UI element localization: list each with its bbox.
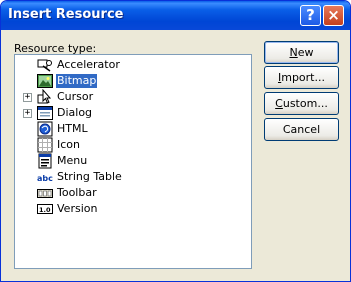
list-item-toolbar[interactable]: Toolbar <box>15 185 251 201</box>
menu-icon <box>38 153 52 169</box>
version-icon-text: 1.0 <box>39 206 51 214</box>
version-icon: 1.0 <box>37 204 53 214</box>
html-icon <box>37 121 53 137</box>
close-button[interactable]: × <box>323 5 344 26</box>
list-item-label: Dialog <box>57 106 93 119</box>
list-item-label: HTML <box>57 122 88 135</box>
title-bar[interactable]: Insert Resource ? × <box>1 1 350 30</box>
list-item-dialog[interactable]: + Dialog <box>15 105 251 121</box>
list-item-bitmap[interactable]: Bitmap <box>15 73 251 89</box>
list-item-html[interactable]: HTML <box>15 121 251 137</box>
list-item-label: Version <box>57 202 98 215</box>
new-button-accel: N <box>289 46 298 59</box>
accelerator-icon <box>37 59 52 72</box>
icon-resource-icon <box>37 137 53 153</box>
list-item-version[interactable]: 1.0 Version <box>15 201 251 217</box>
cursor-icon <box>37 89 52 104</box>
new-button-label: ew <box>297 46 314 59</box>
list-item-cursor[interactable]: + Cursor <box>15 89 251 105</box>
list-item-label: Accelerator <box>57 58 120 71</box>
cancel-button[interactable]: Cancel <box>264 118 339 141</box>
help-button[interactable]: ? <box>300 5 321 26</box>
resource-type-list[interactable]: Accelerator Bitmap + Cursor + Dialog HTM… <box>14 54 252 269</box>
list-item-label: Menu <box>57 154 88 167</box>
toolbar-icon <box>37 189 53 198</box>
list-item-accelerator[interactable]: Accelerator <box>15 57 251 73</box>
list-item-label: String Table <box>57 170 122 183</box>
bitmap-icon <box>37 74 53 88</box>
import-button[interactable]: Import... <box>264 66 339 89</box>
list-item-label: Toolbar <box>57 186 97 199</box>
insert-resource-dialog: Insert Resource ? × Resource type: Accel… <box>0 0 351 282</box>
list-item-label: Bitmap <box>56 74 98 88</box>
custom-button-accel: C <box>275 97 283 110</box>
string-table-icon: abc <box>37 174 53 183</box>
list-item-label: Icon <box>57 138 80 151</box>
string-table-icon-text: abc <box>37 174 53 183</box>
dialog-icon <box>37 106 53 120</box>
list-item-icon[interactable]: Icon <box>15 137 251 153</box>
dialog-title: Insert Resource <box>8 7 124 22</box>
new-button[interactable]: New <box>264 41 339 64</box>
custom-button-label: ustom... <box>282 97 328 110</box>
expand-toggle[interactable]: + <box>23 109 32 118</box>
list-item-label: Cursor <box>57 90 94 103</box>
list-item-menu[interactable]: Menu <box>15 153 251 169</box>
list-item-string-table[interactable]: abc String Table <box>15 169 251 185</box>
expand-toggle[interactable]: + <box>23 93 32 102</box>
import-button-label: mport... <box>281 71 325 84</box>
custom-button[interactable]: Custom... <box>264 92 339 115</box>
